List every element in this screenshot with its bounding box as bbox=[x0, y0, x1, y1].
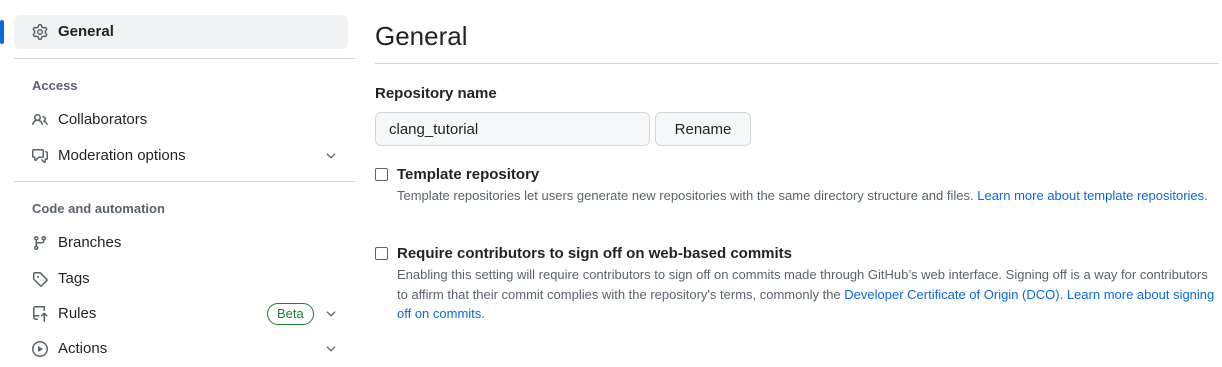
sidebar-item-label: Rules bbox=[58, 305, 97, 322]
title-divider bbox=[375, 63, 1219, 64]
template-repository-checkbox[interactable] bbox=[375, 168, 388, 181]
sidebar-item-tags[interactable]: Tags bbox=[14, 262, 348, 296]
sidebar-item-label: Tags bbox=[58, 270, 90, 287]
section-title-access: Access bbox=[32, 78, 78, 93]
sidebar-divider bbox=[14, 181, 356, 182]
signoff-description: Enabling this setting will require contr… bbox=[397, 265, 1219, 324]
rename-button[interactable]: Rename bbox=[655, 112, 751, 146]
settings-main: General Repository name Rename Template … bbox=[375, 0, 1219, 367]
sidebar-item-label: Moderation options bbox=[58, 147, 186, 164]
comment-discussion-icon bbox=[32, 148, 48, 164]
template-repository-label: Template repository bbox=[397, 166, 540, 183]
dco-link[interactable]: Developer Certificate of Origin (DCO). bbox=[844, 287, 1063, 302]
template-learn-more-link[interactable]: Learn more about template repositories. bbox=[977, 188, 1208, 203]
beta-badge: Beta bbox=[267, 303, 314, 325]
sidebar-item-branches[interactable]: Branches bbox=[14, 226, 348, 260]
sidebar-item-label: General bbox=[58, 23, 114, 40]
sidebar-item-collaborators[interactable]: Collaborators bbox=[14, 103, 348, 137]
tag-icon bbox=[32, 271, 48, 287]
sidebar-item-actions[interactable]: Actions bbox=[14, 332, 348, 366]
sidebar-item-label: Branches bbox=[58, 234, 122, 251]
sidebar-item-rules[interactable]: Rules Beta bbox=[14, 297, 348, 331]
repo-name-label: Repository name bbox=[375, 85, 497, 102]
template-repository-description: Template repositories let users generate… bbox=[397, 186, 1219, 206]
gear-icon bbox=[32, 24, 48, 40]
signoff-label: Require contributors to sign off on web-… bbox=[397, 245, 793, 262]
page-title: General bbox=[375, 21, 468, 51]
people-icon bbox=[32, 112, 48, 128]
git-branch-icon bbox=[32, 235, 48, 251]
sidebar-divider bbox=[14, 58, 356, 59]
section-title-code-automation: Code and automation bbox=[32, 201, 165, 216]
chevron-down-icon[interactable] bbox=[324, 149, 338, 163]
chevron-down-icon[interactable] bbox=[324, 307, 338, 321]
sidebar-item-label: Collaborators bbox=[58, 111, 148, 128]
settings-sidebar: General Access Collaborators Moderation … bbox=[0, 0, 358, 367]
sidebar-item-moderation-options[interactable]: Moderation options bbox=[14, 139, 348, 173]
repo-push-icon bbox=[32, 306, 48, 322]
sidebar-item-general[interactable]: General bbox=[0, 15, 348, 49]
repo-name-input[interactable] bbox=[375, 112, 650, 146]
active-indicator bbox=[0, 20, 4, 44]
sidebar-item-label: Actions bbox=[58, 340, 108, 357]
chevron-down-icon[interactable] bbox=[324, 342, 338, 356]
play-icon bbox=[32, 341, 48, 357]
template-description-text: Template repositories let users generate… bbox=[397, 188, 974, 203]
signoff-checkbox[interactable] bbox=[375, 247, 388, 260]
